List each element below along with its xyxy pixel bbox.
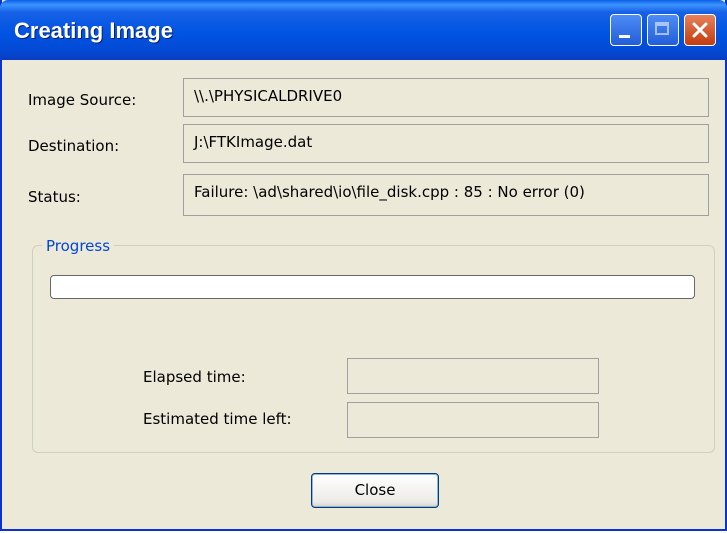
window-title: Creating Image: [14, 18, 173, 43]
image-source-field: \\.\PHYSICALDRIVE0: [183, 78, 709, 117]
estimated-time-left-field: [347, 402, 599, 438]
creating-image-dialog: Creating Image Image Source: \\.\PHYSICA…: [0, 0, 727, 531]
progress-bar: [50, 275, 695, 299]
status-label: Status:: [28, 188, 81, 206]
maximize-icon: [655, 22, 669, 35]
close-icon: [692, 22, 708, 38]
close-window-button[interactable]: [684, 14, 716, 46]
title-bar[interactable]: Creating Image: [0, 0, 727, 60]
minimize-button[interactable]: [610, 14, 642, 46]
estimated-time-left-label: Estimated time left:: [143, 410, 292, 428]
elapsed-time-label: Elapsed time:: [143, 368, 246, 386]
status-field: Failure: \ad\shared\io\file_disk.cpp : 8…: [183, 174, 709, 216]
elapsed-time-field: [347, 358, 599, 394]
progress-group-label: Progress: [42, 237, 115, 255]
maximize-button: [647, 14, 679, 46]
image-source-label: Image Source:: [28, 91, 137, 109]
close-button[interactable]: Close: [311, 473, 439, 508]
destination-field: J:\FTKImage.dat: [183, 124, 709, 163]
minimize-icon: [619, 35, 630, 38]
destination-label: Destination:: [28, 137, 120, 155]
